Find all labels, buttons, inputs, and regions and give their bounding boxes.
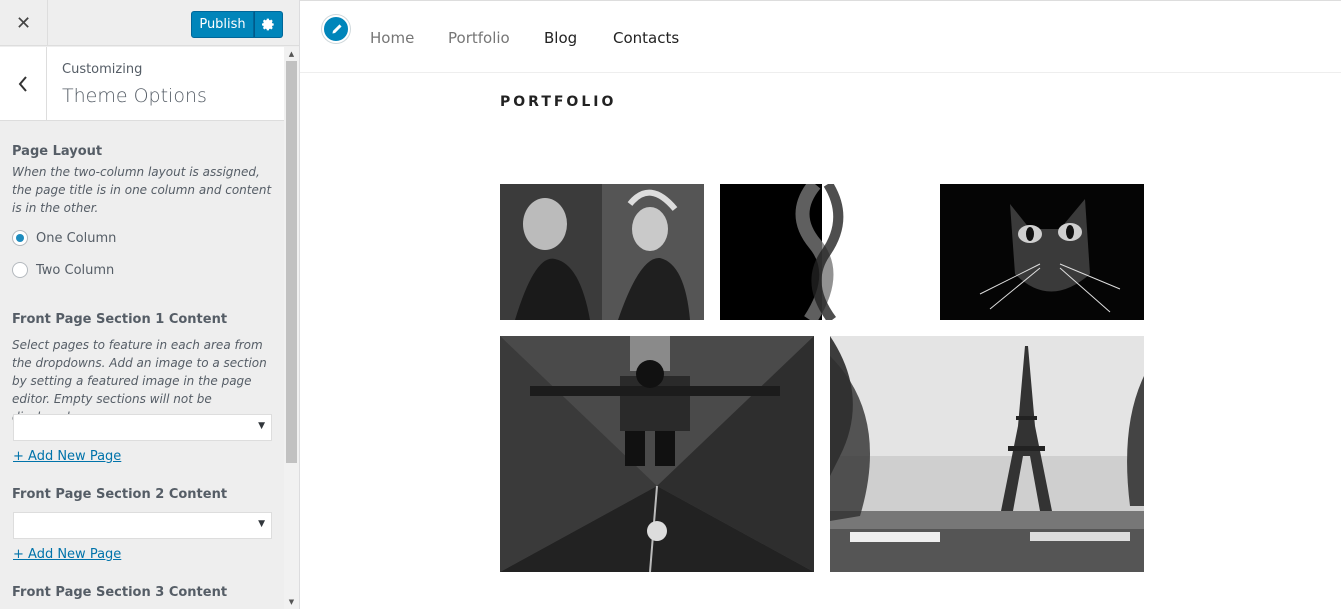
section2-add-page-link[interactable]: + Add New Page bbox=[13, 547, 121, 562]
portfolio-image-smoke[interactable] bbox=[720, 184, 924, 320]
page-layout-description: When the two-column layout is assigned, … bbox=[12, 165, 272, 215]
portfolio-image-women[interactable] bbox=[500, 184, 704, 320]
customizer-header: ✕ Publish bbox=[0, 0, 299, 46]
page-layout-title: Page Layout bbox=[12, 144, 103, 159]
portfolio-image-eiffel[interactable] bbox=[830, 336, 1144, 572]
site-navigation: Home Portfolio Blog Contacts bbox=[300, 1, 1341, 73]
section-header: Customizing Theme Options bbox=[0, 47, 284, 121]
nav-portfolio[interactable]: Portfolio bbox=[448, 29, 510, 47]
scroll-up-arrow-icon[interactable]: ▲ bbox=[284, 47, 299, 61]
section2-title: Front Page Section 2 Content bbox=[12, 487, 228, 502]
radio-button[interactable] bbox=[12, 262, 28, 278]
section1-add-page-link[interactable]: + Add New Page bbox=[13, 449, 121, 464]
back-arrow-icon[interactable] bbox=[0, 47, 47, 120]
nav-home[interactable]: Home bbox=[370, 29, 414, 47]
gear-icon[interactable] bbox=[254, 11, 283, 38]
section1-title: Front Page Section 1 Content bbox=[12, 312, 228, 327]
publish-group: Publish bbox=[191, 11, 283, 38]
section3-title: Front Page Section 3 Content bbox=[12, 585, 228, 600]
dropdown-arrow-icon: ▼ bbox=[258, 421, 265, 431]
section1-description: Select pages to feature in each area fro… bbox=[12, 338, 267, 424]
close-icon[interactable]: ✕ bbox=[0, 0, 48, 46]
portfolio-image-tunnel[interactable] bbox=[500, 336, 814, 572]
section2-select[interactable]: ▼ bbox=[13, 512, 272, 539]
radio-label: One Column bbox=[36, 230, 117, 246]
page-title: PORTFOLIO bbox=[500, 94, 617, 110]
radio-button-checked[interactable] bbox=[12, 230, 28, 246]
section-title: Theme Options bbox=[62, 85, 207, 107]
nav-blog[interactable]: Blog bbox=[544, 29, 577, 47]
controls-panel: Page Layout When the two-column layout i… bbox=[0, 121, 284, 609]
portfolio-image-cat[interactable] bbox=[940, 184, 1144, 320]
site-preview: Home Portfolio Blog Contacts PORTFOLIO bbox=[300, 0, 1341, 609]
sidebar-scrollbar[interactable]: ▲ ▼ bbox=[284, 47, 299, 609]
nav-contacts[interactable]: Contacts bbox=[613, 29, 679, 47]
radio-label: Two Column bbox=[36, 262, 115, 278]
publish-button[interactable]: Publish bbox=[191, 11, 254, 38]
section1-select[interactable]: ▼ bbox=[13, 414, 272, 441]
scroll-thumb[interactable] bbox=[286, 61, 297, 463]
dropdown-arrow-icon: ▼ bbox=[258, 519, 265, 529]
scroll-down-arrow-icon[interactable]: ▼ bbox=[284, 595, 299, 609]
radio-two-column[interactable]: Two Column bbox=[12, 262, 114, 278]
breadcrumb: Customizing bbox=[62, 62, 143, 77]
pencil-icon[interactable] bbox=[322, 15, 350, 43]
radio-one-column[interactable]: One Column bbox=[12, 230, 116, 246]
customizer-sidebar: ✕ Publish Customizing Theme Options Page… bbox=[0, 0, 300, 609]
